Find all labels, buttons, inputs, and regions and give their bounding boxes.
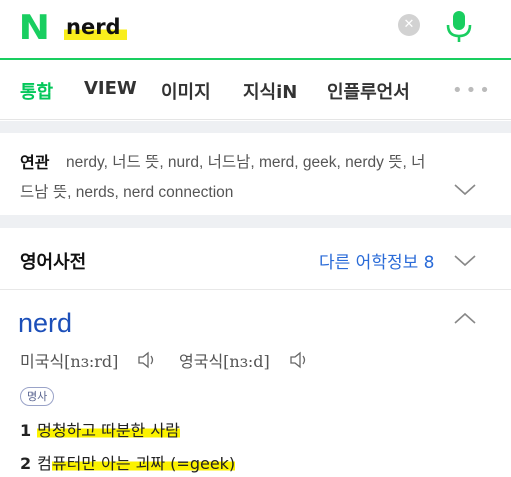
dictionary-entry: nerd 미국식[nɜ:rd] 영국식[nɜ:d] 명사 1 멍청하고 따분한 사… (0, 290, 511, 477)
speaker-icon[interactable] (137, 351, 157, 369)
sense-2: 2 컴퓨터만 아는 괴짜 (=geek) (20, 450, 236, 474)
search-input[interactable]: nerd (64, 14, 127, 42)
pron-uk-ipa: [nɜ:d] (223, 352, 270, 371)
search-tabs: 통합 VIEW 이미지 지식iN 인플루언서 ••• (0, 62, 511, 120)
pron-us-ipa: [nɜ:rd] (64, 352, 119, 371)
part-of-speech-badge: 명사 (20, 387, 55, 406)
section-divider (0, 215, 511, 228)
dictionary-title: 영어사전 (20, 252, 87, 273)
sense-number: 1 (20, 421, 32, 440)
sense-text: 컴 (37, 454, 52, 473)
close-icon: ✕ (403, 17, 415, 32)
related-keywords-line-1[interactable]: nerdy, 너드 뜻, nurd, 너드남, merd, geek, nerd… (66, 150, 425, 172)
tab-images[interactable]: 이미지 (161, 78, 211, 104)
tab-view[interactable]: VIEW (84, 78, 137, 99)
microphone-icon[interactable] (444, 8, 474, 44)
naver-logo[interactable]: N (19, 8, 50, 48)
pron-us-label: 미국식 (20, 352, 65, 371)
pronunciation-us: 미국식[nɜ:rd] (20, 348, 118, 372)
tab-knowledge-in[interactable]: 지식iN (243, 78, 297, 104)
chevron-down-icon[interactable] (454, 255, 476, 267)
tab-influencer[interactable]: 인플루언서 (327, 78, 410, 104)
sense-highlighted-text: 퓨터만 아는 괴짜 (=geek) (51, 454, 236, 473)
chevron-up-icon[interactable] (454, 312, 476, 324)
headword[interactable]: nerd (18, 308, 72, 339)
related-title: 연관 (20, 153, 50, 172)
more-language-info-link[interactable]: 다른 어학정보 8 (319, 248, 434, 273)
sense-1: 1 멍청하고 따분한 사람 (20, 417, 180, 441)
tab-all[interactable]: 통합 (20, 78, 53, 104)
sense-number: 2 (20, 454, 32, 473)
sense-highlighted-text: 멍청하고 따분한 사람 (37, 421, 180, 440)
english-dictionary-header: 영어사전 다른 어학정보 8 (0, 228, 511, 290)
section-divider (0, 121, 511, 133)
chevron-down-icon[interactable] (454, 184, 476, 196)
search-bar: N nerd ✕ (0, 0, 511, 60)
pron-uk-label: 영국식 (179, 352, 224, 371)
related-keywords-line-2[interactable]: 드남 뜻, nerds, nerd connection (20, 180, 233, 202)
related-searches: 연관 nerdy, 너드 뜻, nurd, 너드남, merd, geek, n… (0, 133, 511, 215)
more-tabs-button[interactable]: ••• (452, 80, 493, 101)
speaker-icon[interactable] (289, 351, 309, 369)
clear-search-button[interactable]: ✕ (398, 14, 420, 36)
pronunciation-uk: 영국식[nɜ:d] (179, 348, 270, 372)
